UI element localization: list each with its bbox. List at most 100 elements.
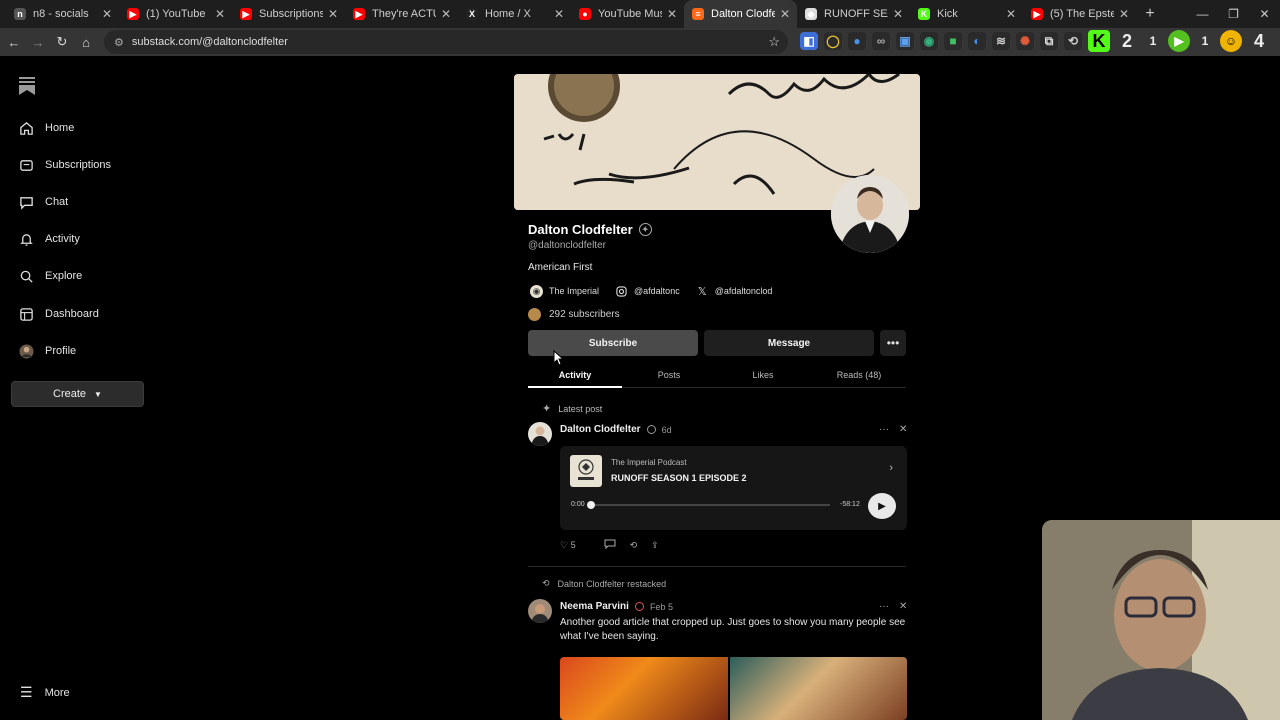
current-time: 0:00 xyxy=(571,501,585,508)
sidebar-item-subscriptions[interactable]: Subscriptions xyxy=(18,155,111,175)
close-tab-icon[interactable]: ✕ xyxy=(215,7,225,21)
sidebar-item-chat[interactable]: Chat xyxy=(18,192,68,212)
chat-icon xyxy=(18,194,34,210)
extension-icon[interactable]: ✺ xyxy=(1016,32,1034,50)
close-icon[interactable]: ✕ xyxy=(899,601,907,612)
message-button[interactable]: Message xyxy=(704,330,874,356)
back-button[interactable]: ← xyxy=(2,35,26,50)
post-author-avatar[interactable] xyxy=(528,422,552,446)
restack-icon[interactable]: ⟲ xyxy=(630,540,638,551)
extension-icon[interactable]: 4 xyxy=(1248,30,1270,52)
site-info-icon[interactable]: ⚙ xyxy=(114,36,124,49)
browser-tab[interactable]: X Home / X ✕ xyxy=(458,0,571,28)
browser-tab[interactable]: K Kick ✕ xyxy=(910,0,1023,28)
progress-knob[interactable] xyxy=(587,501,595,509)
close-tab-icon[interactable]: ✕ xyxy=(328,7,338,21)
episode-title[interactable]: RUNOFF SEASON 1 EPISODE 2 xyxy=(611,473,747,483)
comment-icon[interactable] xyxy=(604,538,616,552)
extension-icon[interactable]: ☺ xyxy=(1220,30,1242,52)
more-options-icon[interactable]: ··· xyxy=(879,424,889,435)
home-button[interactable]: ⌂ xyxy=(74,35,98,50)
chevron-right-icon[interactable]: › xyxy=(889,462,893,474)
extension-icon[interactable]: ◧ xyxy=(800,32,818,50)
like-button[interactable]: ♡ 5 xyxy=(560,540,590,551)
kick-extension-icon[interactable]: K xyxy=(1088,30,1110,52)
post-age: 6d xyxy=(661,424,672,435)
post-author-avatar[interactable] xyxy=(528,599,552,623)
extensions-puzzle-icon[interactable]: ⧉ xyxy=(1040,32,1058,50)
browser-tab[interactable]: n n8 - socials ✕ xyxy=(6,0,119,28)
extension-icon[interactable]: ● xyxy=(848,32,866,50)
close-tab-icon[interactable]: ✕ xyxy=(780,7,790,21)
close-tab-icon[interactable]: ✕ xyxy=(441,7,451,21)
link-instagram[interactable]: @afdaltonc xyxy=(613,282,686,300)
tab-likes[interactable]: Likes xyxy=(716,370,810,380)
link-the-imperial[interactable]: ◉ The Imperial xyxy=(528,282,605,300)
close-icon[interactable]: ✕ xyxy=(899,424,907,435)
post-author-name[interactable]: Neema Parvini xyxy=(560,601,629,612)
extension-icon[interactable]: ⟲ xyxy=(1064,32,1082,50)
post-author-name[interactable]: Dalton Clodfelter xyxy=(560,424,641,435)
browser-tab[interactable]: ≡ Dalton Clodfelter | ✕ xyxy=(684,0,797,28)
browser-tab[interactable]: ▶ They're ACTUALLY ✕ xyxy=(345,0,458,28)
sidebar-item-label: Explore xyxy=(45,270,83,282)
browser-tab[interactable]: ● YouTube Music ✕ xyxy=(571,0,684,28)
new-tab-button[interactable]: + xyxy=(1136,5,1164,23)
close-tab-icon[interactable]: ✕ xyxy=(102,7,112,21)
link-x[interactable]: 𝕏 @afdaltonclod xyxy=(694,282,779,300)
extension-icon[interactable]: ◉ xyxy=(920,32,938,50)
podcast-artwork xyxy=(570,455,602,487)
subscribers-icon xyxy=(528,308,541,321)
sidebar-item-home[interactable]: Home xyxy=(18,118,74,138)
close-tab-icon[interactable]: ✕ xyxy=(1006,7,1016,21)
post-image[interactable] xyxy=(560,657,907,720)
forward-button[interactable]: → xyxy=(26,35,50,50)
browser-tab[interactable]: ▶ Subscriptions - Yo ✕ xyxy=(232,0,345,28)
play-icon[interactable]: ▶ xyxy=(868,493,896,519)
extension-icon[interactable]: ▶ xyxy=(1168,30,1190,52)
extension-icon[interactable]: ≋ xyxy=(992,32,1010,50)
more-options-icon[interactable]: ••• xyxy=(880,330,906,356)
extension-icon[interactable]: ◐ xyxy=(968,32,986,50)
profile-avatar[interactable] xyxy=(831,175,909,253)
more-menu-button[interactable]: ☰ More xyxy=(20,684,70,701)
maximize-button[interactable]: ❐ xyxy=(1218,0,1249,28)
browser-tab[interactable]: ◆ RUNOFF SEASON ✕ xyxy=(797,0,910,28)
reload-button[interactable]: ↻ xyxy=(50,34,74,50)
bookmark-star-icon[interactable]: ☆ xyxy=(768,34,780,50)
post-actions: ··· ✕ xyxy=(879,601,907,612)
webcam-overlay xyxy=(1042,520,1280,720)
browser-tab[interactable]: ▶ (5) The Epstein Fil ✕ xyxy=(1023,0,1136,28)
browser-tab[interactable]: ▶ (1) YouTube ✕ xyxy=(119,0,232,28)
sidebar-item-explore[interactable]: Explore xyxy=(18,266,82,286)
tab-posts[interactable]: Posts xyxy=(622,370,716,380)
sidebar-item-activity[interactable]: Activity xyxy=(18,229,80,249)
extension-icon[interactable]: ▣ xyxy=(896,32,914,50)
close-tab-icon[interactable]: ✕ xyxy=(1119,7,1129,21)
extension-icon[interactable]: ■ xyxy=(944,32,962,50)
extension-icon[interactable]: ◯ xyxy=(824,32,842,50)
minimize-button[interactable]: — xyxy=(1187,0,1218,28)
close-tab-icon[interactable]: ✕ xyxy=(667,7,677,21)
extension-icon[interactable]: 1 xyxy=(1144,32,1162,50)
verified-badge-icon: ✦ xyxy=(638,223,652,236)
tab-reads[interactable]: Reads (48) xyxy=(812,370,906,380)
sidebar-item-dashboard[interactable]: Dashboard xyxy=(18,304,99,324)
tab-activity[interactable]: Activity xyxy=(528,370,622,380)
close-tab-icon[interactable]: ✕ xyxy=(893,7,903,21)
extension-icon[interactable]: 2 xyxy=(1116,30,1138,52)
sidebar-item-profile[interactable]: Profile xyxy=(18,341,76,361)
subscriber-count[interactable]: 292 subscribers xyxy=(528,308,620,321)
substack-logo-icon[interactable] xyxy=(19,77,35,95)
address-bar[interactable]: ⚙ substack.com/@daltonclodfelter ☆ xyxy=(104,30,788,54)
close-window-button[interactable]: ✕ xyxy=(1249,0,1280,28)
profile-links: ◉ The Imperial @afdaltonc 𝕏 @afdaltonclo… xyxy=(528,282,786,300)
extension-icon[interactable]: 1 xyxy=(1196,32,1214,50)
more-options-icon[interactable]: ··· xyxy=(879,601,889,612)
create-button[interactable]: Create ▼ xyxy=(11,381,144,407)
share-icon[interactable]: ⇪ xyxy=(651,540,659,551)
progress-track[interactable] xyxy=(592,504,830,506)
podcast-card[interactable]: The Imperial Podcast RUNOFF SEASON 1 EPI… xyxy=(560,446,907,530)
extension-icon[interactable]: ∞ xyxy=(872,32,890,50)
close-tab-icon[interactable]: ✕ xyxy=(554,7,564,21)
